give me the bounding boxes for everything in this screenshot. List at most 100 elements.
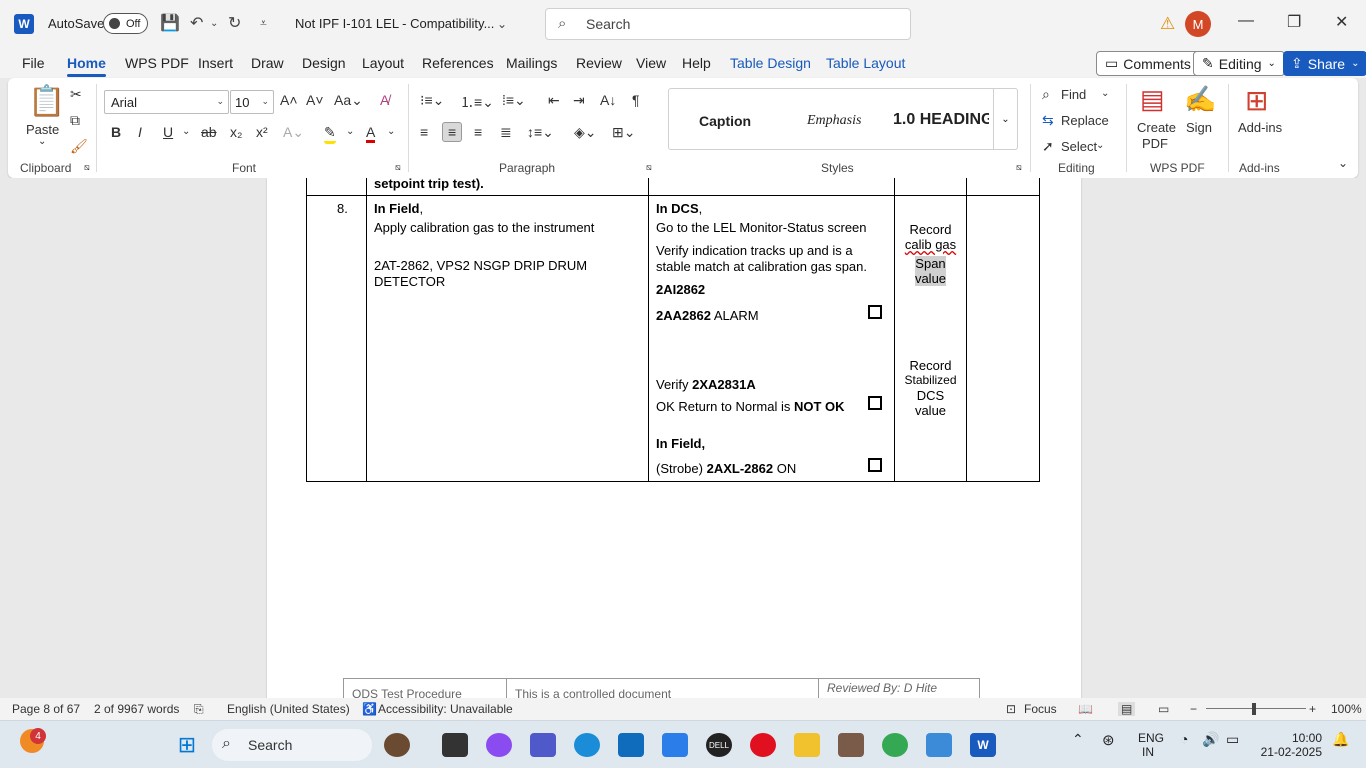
replace-icon[interactable]: ⇆ (1042, 112, 1054, 129)
highlight-icon[interactable]: ✎ (324, 124, 336, 144)
font-name-box[interactable]: Arial ⌄ (104, 90, 229, 114)
bold-icon[interactable]: B (111, 124, 121, 140)
avatar[interactable]: M (1185, 11, 1211, 37)
teams-icon[interactable] (530, 733, 556, 757)
alarm-checkbox[interactable] (868, 305, 882, 319)
paste-dropdown-icon[interactable]: ⌄ (38, 136, 46, 147)
language-indicator[interactable]: ENG IN (1138, 731, 1164, 759)
title-dropdown-icon[interactable]: ⌄ (497, 17, 507, 31)
line-spacing-icon[interactable]: ↕≡⌄ (527, 124, 554, 141)
print-layout-icon[interactable]: ▤ (1118, 702, 1136, 716)
font-size-box[interactable]: 10 ⌄ (230, 90, 274, 114)
not-ok-checkbox[interactable] (868, 396, 882, 410)
comments-button[interactable]: ▭ Comments (1096, 51, 1200, 76)
record-dcs-cell[interactable]: Record Stabilized DCS value (895, 358, 966, 418)
multilevel-list-icon[interactable]: ⁞≡⌄ (502, 92, 526, 109)
sort-icon[interactable]: A↓ (600, 92, 616, 108)
font-color-icon[interactable]: A (366, 124, 376, 143)
restore-icon[interactable]: ❐ (1287, 12, 1301, 32)
autosave-toggle[interactable]: Off (103, 13, 148, 34)
notifications-icon[interactable]: 🔔 (1332, 731, 1349, 748)
tab-help[interactable]: Help (682, 55, 711, 71)
app-icon[interactable] (926, 733, 952, 757)
tab-table-design[interactable]: Table Design (730, 55, 811, 71)
zoom-slider-track[interactable] (1206, 708, 1306, 709)
clock[interactable]: 10:00 21-02-2025 (1260, 731, 1322, 759)
find-icon[interactable]: ⌕ (1042, 86, 1050, 103)
search-box[interactable]: ⌕ Search (545, 8, 911, 40)
tab-references[interactable]: References (422, 55, 494, 71)
warning-icon[interactable]: ⚠ (1160, 14, 1175, 34)
tab-table-layout[interactable]: Table Layout (826, 55, 905, 71)
change-case-icon[interactable]: Aa⌄ (334, 92, 363, 109)
styles-more-icon[interactable]: ⌄ (993, 89, 1017, 149)
word-taskbar-icon[interactable]: W (970, 733, 996, 757)
grow-font-icon[interactable]: A˄ (280, 92, 298, 108)
tab-review[interactable]: Review (576, 55, 622, 71)
cut-icon[interactable]: ✂ (70, 86, 82, 103)
edge-icon[interactable] (574, 733, 600, 757)
font-color-dropdown-icon[interactable]: ⌄ (387, 126, 395, 137)
italic-icon[interactable]: I (138, 124, 142, 140)
store-icon[interactable] (618, 733, 644, 757)
task-view-icon[interactable] (442, 733, 468, 757)
tab-view[interactable]: View (636, 55, 666, 71)
dialog-launcher-icon[interactable]: ⧅ (395, 162, 401, 173)
minimize-icon[interactable]: — (1238, 12, 1254, 30)
tab-wps-pdf[interactable]: WPS PDF (125, 55, 189, 71)
customize-toolbar-icon[interactable]: ⩡ (260, 16, 267, 31)
network-app-icon[interactable]: ⊛ (1102, 731, 1115, 749)
copy-icon[interactable]: ⧉ (70, 112, 80, 129)
add-ins-icon[interactable]: ⊞ (1245, 84, 1268, 117)
page[interactable]: setpoint trip test). 8. In Field, Apply … (267, 178, 1081, 698)
show-hidden-icons-icon[interactable]: ⌃ (1072, 731, 1084, 748)
taskbar-search[interactable]: ⌕ Search (212, 729, 372, 761)
zoom-level[interactable]: 100% (1331, 702, 1362, 716)
zoom-slider-thumb[interactable] (1252, 703, 1256, 715)
close-icon[interactable]: ✕ (1335, 12, 1348, 32)
align-left-icon[interactable]: ≡ (420, 124, 428, 140)
power-automate-icon[interactable] (662, 733, 688, 757)
zoom-in-icon[interactable]: + (1309, 702, 1316, 716)
style-caption[interactable]: Caption (699, 113, 751, 129)
dell-icon[interactable]: DELL (706, 733, 732, 757)
volume-icon[interactable]: 🔊 (1202, 731, 1219, 748)
chrome-icon[interactable] (882, 733, 908, 757)
tab-layout[interactable]: Layout (362, 55, 404, 71)
redo-icon[interactable]: ↻ (228, 13, 241, 33)
people-icon[interactable] (384, 733, 410, 757)
text-effects-icon[interactable]: A⌄ (283, 124, 304, 141)
app-icon[interactable] (838, 733, 864, 757)
opera-icon[interactable] (750, 733, 776, 757)
save-icon[interactable]: 💾 (160, 13, 180, 33)
align-center-icon[interactable]: ≡ (442, 122, 463, 142)
paste-icon[interactable]: 📋 (28, 84, 65, 119)
style-heading[interactable]: 1.0 HEADING (893, 111, 989, 129)
tab-insert[interactable]: Insert (198, 55, 233, 71)
show-formatting-icon[interactable]: ¶ (632, 92, 640, 108)
strobe-checkbox[interactable] (868, 458, 882, 472)
language-status[interactable]: English (United States) (227, 702, 350, 716)
superscript-icon[interactable]: x² (256, 124, 268, 140)
accessibility-status[interactable]: Accessibility: Unavailable (378, 702, 513, 716)
undo-icon[interactable]: ↶ (190, 13, 203, 33)
style-emphasis[interactable]: Emphasis (807, 113, 861, 129)
bullets-icon[interactable]: ⁝≡⌄ (420, 92, 444, 109)
paste-button[interactable]: Paste (26, 122, 59, 137)
dialog-launcher-icon[interactable]: ⧅ (84, 162, 90, 173)
strikethrough-icon[interactable]: ab (201, 124, 217, 140)
decrease-indent-icon[interactable]: ⇤ (548, 92, 560, 109)
select-button[interactable]: Select (1061, 139, 1097, 154)
editing-mode-button[interactable]: ✎ Editing ⌄ (1193, 51, 1285, 76)
clear-formatting-icon[interactable]: A̸ (380, 92, 389, 108)
align-right-icon[interactable]: ≡ (474, 124, 482, 140)
proofing-icon[interactable]: ⎘ (194, 702, 204, 717)
copilot-icon[interactable] (486, 733, 512, 757)
highlight-dropdown-icon[interactable]: ⌄ (346, 126, 354, 137)
battery-icon[interactable]: ▭ (1226, 731, 1239, 748)
wifi-icon[interactable]: ◔ (1180, 731, 1188, 747)
numbering-icon[interactable]: ⒈≡⌄ (460, 92, 494, 112)
shading-icon[interactable]: ◈⌄ (574, 124, 597, 141)
tab-design[interactable]: Design (302, 55, 346, 71)
subscript-icon[interactable]: x₂ (230, 124, 242, 140)
